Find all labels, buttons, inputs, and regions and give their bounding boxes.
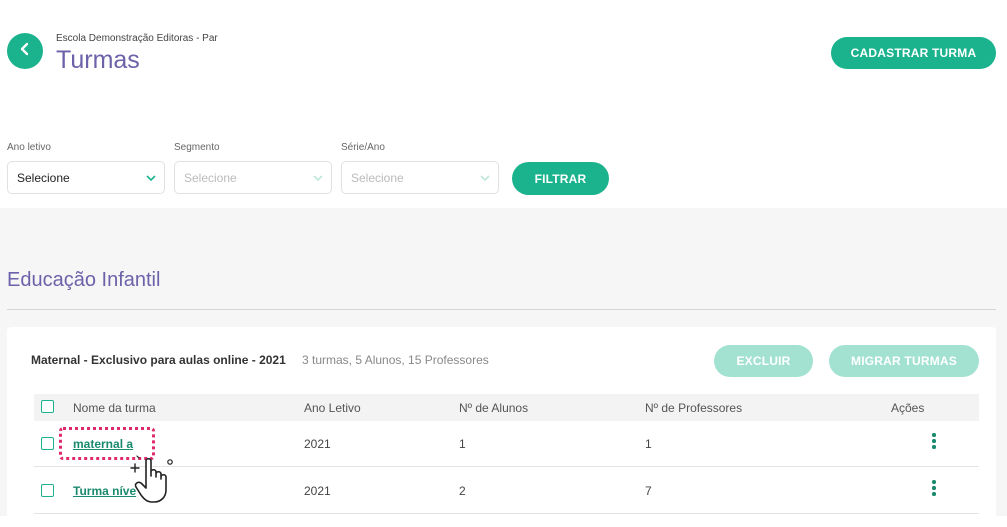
class-students: 2 [459,484,466,498]
serie-ano-select[interactable]: Selecione [341,161,499,194]
class-year: 2021 [304,484,331,498]
chevron-down-icon [305,174,331,181]
migrate-classes-button[interactable]: MIGRAR TURMAS [829,345,979,377]
serie-ano-label: Série/Ano [341,142,385,153]
column-header-students: Nº de Alunos [459,401,529,415]
delete-button[interactable]: EXCLUIR [714,345,813,377]
group-title: Maternal - Exclusivo para aulas online -… [31,353,286,367]
select-all-checkbox[interactable] [41,400,54,413]
row-divider [34,513,979,514]
back-button[interactable] [7,33,43,69]
class-students: 1 [459,437,466,451]
segmento-value: Selecione [184,170,237,185]
serie-ano-value: Selecione [351,170,404,185]
create-class-button[interactable]: CADASTRAR TURMA [831,37,996,69]
ano-letivo-label: Ano letivo [7,142,51,153]
column-header-year: Ano Letivo [304,401,361,415]
section-title: Educação Infantil [7,269,161,291]
column-header-teachers: Nº de Professores [645,401,743,415]
segmento-label: Segmento [174,142,220,153]
class-teachers: 1 [645,437,652,451]
page-title: Turmas [56,46,140,74]
chevron-left-icon [18,42,32,61]
class-year: 2021 [304,437,331,451]
row-checkbox[interactable] [41,437,54,450]
kebab-menu-icon[interactable] [932,433,936,449]
hand-pointer-icon [126,452,176,511]
chevron-down-icon [138,174,164,181]
group-info: 3 turmas, 5 Alunos, 15 Professores [302,353,489,367]
row-checkbox[interactable] [41,484,54,497]
column-header-name: Nome da turma [73,401,156,415]
school-name: Escola Demonstração Editoras - Par [56,33,218,44]
segmento-select[interactable]: Selecione [174,161,332,194]
class-teachers: 7 [645,484,652,498]
filter-button[interactable]: FILTRAR [512,162,609,195]
ano-letivo-select[interactable]: Selecione [7,161,165,194]
section-divider [7,309,996,310]
kebab-menu-icon[interactable] [932,480,936,496]
chevron-down-icon [472,174,498,181]
column-header-actions: Ações [891,401,925,415]
ano-letivo-value: Selecione [17,170,70,185]
